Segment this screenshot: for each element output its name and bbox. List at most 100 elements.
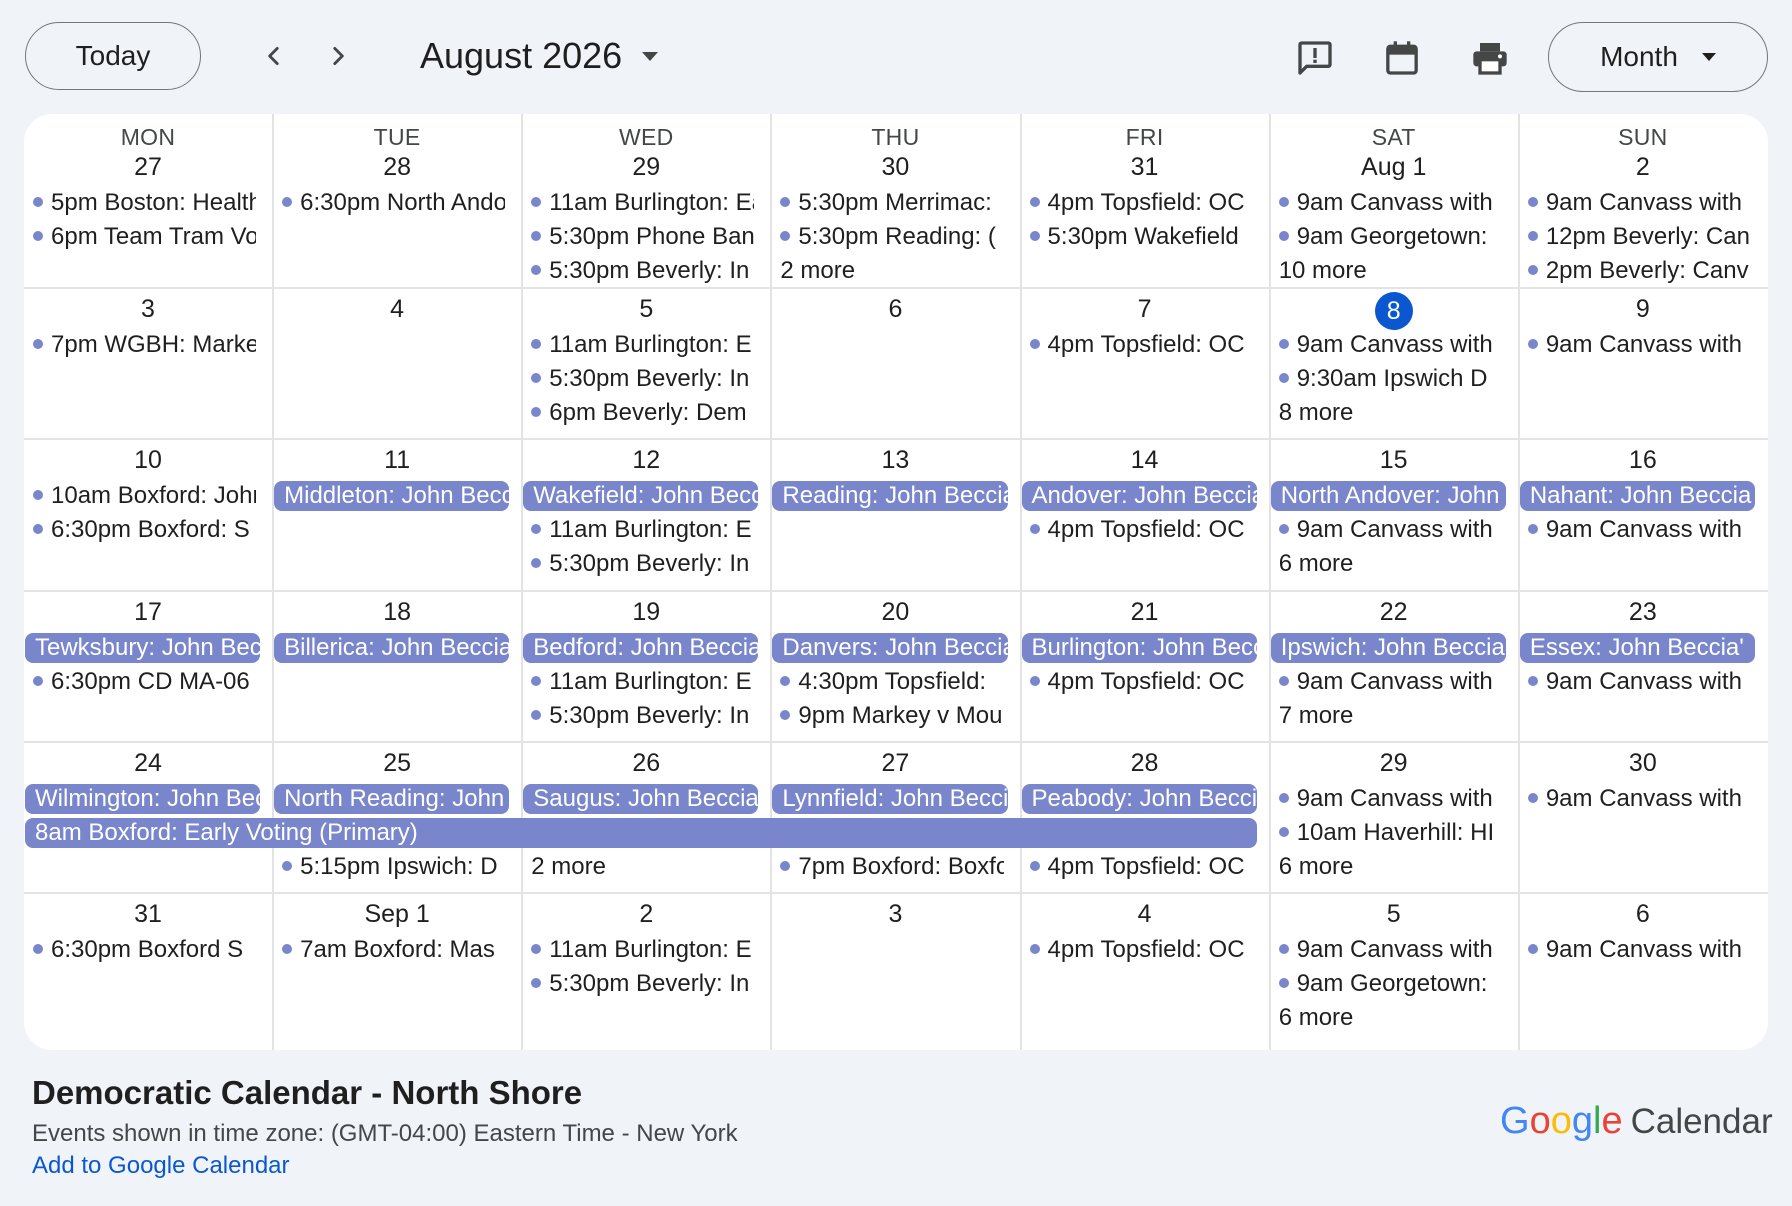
timed-event[interactable]: 9am Canvass with (1278, 328, 1502, 362)
all-day-event-chip[interactable]: Peabody: John Beccia (1021, 783, 1257, 814)
timed-event[interactable]: 5:15pm Ipswich: D (282, 850, 505, 884)
day-number[interactable]: 27 (24, 150, 272, 184)
timed-event[interactable]: 4pm Topsfield: OC (1029, 328, 1253, 362)
timed-event[interactable]: 11am Burlington: Early (531, 186, 754, 220)
timed-event[interactable]: 5:30pm Wakefield (1029, 220, 1253, 254)
timed-event[interactable]: 4:30pm Topsfield: (780, 665, 1003, 699)
all-day-event-chip[interactable]: Bedford: John Beccia (523, 632, 759, 663)
timed-event[interactable]: 6pm Beverly: Dem (531, 396, 754, 430)
timed-event[interactable]: 4pm Topsfield: OC (1029, 850, 1253, 884)
all-day-event-chip[interactable]: Danvers: John Beccia (772, 632, 1008, 663)
all-day-event-chip[interactable]: Tewksbury: John Beccia (25, 632, 261, 663)
day-number[interactable]: 20 (771, 595, 1019, 629)
all-day-event-chip[interactable]: Wakefield: John Beccia (523, 481, 759, 512)
day-number[interactable]: 31 (24, 897, 272, 931)
all-day-event-chip[interactable]: Essex: John Beccia' (1519, 632, 1755, 663)
more-events-link[interactable]: 6 more (1279, 850, 1354, 884)
timed-event[interactable]: 6:30pm CD MA-06 (33, 665, 256, 699)
day-number[interactable]: Sep 1 (273, 897, 521, 931)
day-number[interactable]: 30 (1519, 746, 1767, 780)
timed-event[interactable]: 5:30pm Beverly: In (531, 254, 754, 288)
timed-event[interactable]: 6pm Team Tram Volunteer (33, 220, 256, 254)
day-number[interactable]: 13 (771, 443, 1019, 477)
timed-event[interactable]: 6:30pm North Andover (282, 186, 505, 220)
month-picker[interactable]: August 2026 (420, 32, 659, 80)
all-day-event-chip[interactable]: Saugus: John Beccia (523, 783, 759, 814)
day-number[interactable]: Aug 1 (1270, 150, 1518, 184)
day-number[interactable]: 25 (273, 746, 521, 780)
prev-month-button[interactable] (250, 32, 298, 80)
timed-event[interactable]: 5:30pm Beverly: In (531, 967, 754, 1001)
day-number[interactable]: 10 (24, 443, 272, 477)
day-number[interactable]: 8 (1270, 292, 1518, 330)
day-number[interactable]: 7 (1021, 292, 1269, 326)
all-day-event-chip[interactable]: Billerica: John Beccia (274, 632, 510, 663)
timed-event[interactable]: 9am Canvass with (1278, 665, 1502, 699)
timed-event[interactable]: 4pm Topsfield: OC (1029, 665, 1253, 699)
timed-event[interactable]: 7pm WGBH: Market (33, 328, 256, 362)
day-number[interactable]: 3 (771, 897, 1019, 931)
timed-event[interactable]: 6:30pm Boxford S (33, 933, 256, 967)
day-number[interactable]: 4 (1021, 897, 1269, 931)
timed-event[interactable]: 5:30pm Beverly: In (531, 362, 754, 396)
more-events-link[interactable]: 2 more (780, 254, 855, 288)
timed-event[interactable]: 9:30am Ipswich D (1278, 362, 1502, 396)
timed-event[interactable]: 10am Boxford: John (33, 479, 256, 513)
timed-event[interactable]: 9am Georgetown: (1278, 967, 1502, 1001)
timed-event[interactable]: 6:30pm Boxford: S (33, 513, 256, 547)
more-events-link[interactable]: 6 more (1279, 547, 1354, 581)
day-number[interactable]: 18 (273, 595, 521, 629)
all-day-event-chip[interactable]: North Andover: John (1270, 481, 1506, 512)
multi-day-event-chip[interactable]: 8am Boxford: Early Voting (Primary) (25, 817, 1257, 848)
timed-event[interactable]: 4pm Topsfield: OC (1029, 186, 1253, 220)
all-day-event-chip[interactable]: Lynnfield: John Beccia (772, 783, 1008, 814)
day-number[interactable]: 28 (273, 150, 521, 184)
all-day-event-chip[interactable]: Andover: John Beccia (1021, 481, 1257, 512)
all-day-event-chip[interactable]: Burlington: John Beccia (1021, 632, 1257, 663)
timed-event[interactable]: 9am Canvass with (1278, 782, 1502, 816)
timed-event[interactable]: 9am Canvass with (1278, 513, 1502, 547)
day-number[interactable]: 24 (24, 746, 272, 780)
more-events-link[interactable]: 8 more (1279, 396, 1354, 430)
day-number[interactable]: 3 (24, 292, 272, 326)
open-calendar-button[interactable] (1376, 32, 1428, 84)
print-button[interactable] (1464, 32, 1516, 84)
timed-event[interactable]: 9am Canvass with (1527, 186, 1751, 220)
all-day-event-chip[interactable]: Wilmington: John Beccia (25, 783, 261, 814)
day-number[interactable]: 6 (771, 292, 1019, 326)
day-number[interactable]: 28 (1021, 746, 1269, 780)
feedback-button[interactable] (1289, 32, 1341, 84)
timed-event[interactable]: 5:30pm Beverly: In (531, 699, 754, 733)
day-number[interactable]: 29 (1270, 746, 1518, 780)
day-number[interactable]: 2 (1519, 150, 1767, 184)
timed-event[interactable]: 4pm Topsfield: OC (1029, 933, 1253, 967)
day-number[interactable]: 15 (1270, 443, 1518, 477)
timed-event[interactable]: 9am Canvass with (1527, 665, 1751, 699)
timed-event[interactable]: 5:30pm Reading: ( (780, 220, 1003, 254)
timed-event[interactable]: 9am Georgetown: (1278, 220, 1502, 254)
timed-event[interactable]: 12pm Beverly: Can (1527, 220, 1751, 254)
today-button[interactable]: Today (25, 22, 201, 90)
day-number[interactable]: 4 (273, 292, 521, 326)
timed-event[interactable]: 5pm Boston: Health (33, 186, 256, 220)
timed-event[interactable]: 9am Canvass with (1527, 328, 1751, 362)
timed-event[interactable]: 9am Canvass with (1527, 782, 1751, 816)
timed-event[interactable]: 4pm Topsfield: OC (1029, 513, 1253, 547)
timed-event[interactable]: 7am Boxford: Mas (282, 933, 505, 967)
day-number[interactable]: 6 (1519, 897, 1767, 931)
day-number[interactable]: 9 (1519, 292, 1767, 326)
next-month-button[interactable] (314, 32, 362, 80)
timed-event[interactable]: 10am Haverhill: HI (1278, 816, 1502, 850)
day-number[interactable]: 30 (771, 150, 1019, 184)
all-day-event-chip[interactable]: Ipswich: John Beccia (1270, 632, 1506, 663)
timed-event[interactable]: 11am Burlington: E (531, 933, 754, 967)
add-to-google-calendar-link[interactable]: Add to Google Calendar (32, 1152, 290, 1180)
day-number[interactable]: 19 (522, 595, 770, 629)
more-events-link[interactable]: 2 more (531, 850, 606, 884)
day-number[interactable]: 16 (1519, 443, 1767, 477)
day-number[interactable]: 23 (1519, 595, 1767, 629)
day-number[interactable]: 14 (1021, 443, 1269, 477)
more-events-link[interactable]: 7 more (1279, 699, 1354, 733)
day-number[interactable]: 26 (522, 746, 770, 780)
day-number[interactable]: 11 (273, 443, 521, 477)
